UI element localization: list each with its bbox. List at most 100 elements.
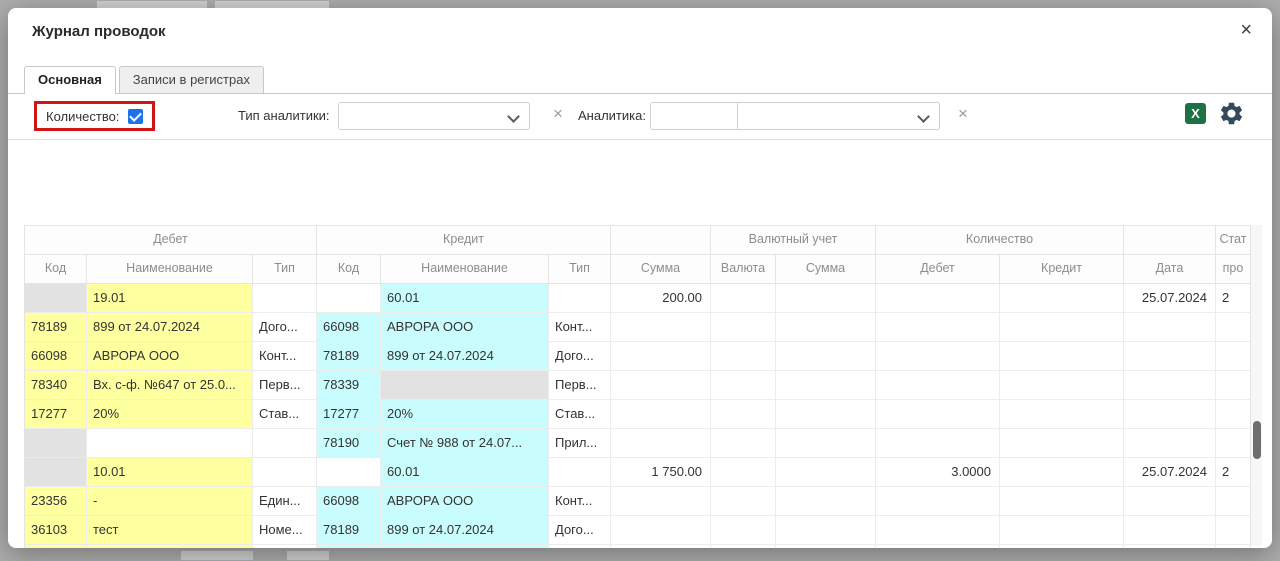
table-cell[interactable]: 23356 [25,487,87,516]
table-cell[interactable] [253,458,317,487]
table-cell[interactable] [876,429,1000,458]
table-cell[interactable] [711,400,776,429]
table-cell[interactable]: 66098 [317,313,381,342]
table-cell[interactable]: 66098 [25,342,87,371]
table-cell[interactable] [876,342,1000,371]
table-row[interactable]: 19.0160.01200.0025.07.20242 [25,284,1251,313]
table-cell[interactable] [253,284,317,313]
table-cell[interactable] [776,429,876,458]
analytics-type-select[interactable] [338,102,530,130]
table-cell[interactable]: 36103 [25,516,87,545]
table-cell[interactable] [549,458,611,487]
table-cell[interactable] [1124,400,1216,429]
table-cell[interactable]: Перв... [253,371,317,400]
table-cell[interactable] [711,313,776,342]
table-cell[interactable] [711,487,776,516]
table-cell[interactable] [611,487,711,516]
table-cell[interactable]: Перв... [549,371,611,400]
table-row[interactable]: 36103тестНоме...78189899 от 24.07.2024До… [25,516,1251,545]
table-cell[interactable]: 78339 [317,371,381,400]
table-cell[interactable] [317,284,381,313]
table-cell[interactable] [1124,371,1216,400]
table-cell[interactable] [876,371,1000,400]
table-cell[interactable] [1124,313,1216,342]
table-cell[interactable] [711,516,776,545]
table-cell[interactable] [876,284,1000,313]
table-cell[interactable] [611,400,711,429]
table-cell[interactable] [549,284,611,313]
table-cell[interactable]: Конт... [549,487,611,516]
table-cell[interactable] [1216,400,1251,429]
table-cell[interactable] [25,429,87,458]
table-cell[interactable]: АВРОРА ООО [381,313,549,342]
clear-analytics-type-icon[interactable]: × [553,105,563,122]
clear-analytics-icon[interactable]: × [958,105,968,122]
table-cell[interactable]: 78189 [317,516,381,545]
excel-export-button[interactable]: X [1185,103,1206,124]
table-cell[interactable] [25,284,87,313]
table-cell[interactable]: Парт... [253,545,317,548]
table-cell[interactable] [1124,342,1216,371]
table-cell[interactable] [776,487,876,516]
table-cell[interactable]: 20% [87,400,253,429]
table-cell[interactable]: АВРОРА ООО [381,487,549,516]
tab-main[interactable]: Основная [24,66,116,94]
table-cell[interactable]: Един... [253,487,317,516]
table-cell[interactable]: 1 750.00 [611,458,711,487]
table-cell[interactable] [776,284,876,313]
tab-register-records[interactable]: Записи в регистрах [119,66,264,93]
table-cell[interactable] [876,545,1000,548]
analytics-input[interactable] [650,102,738,130]
table-cell[interactable] [1000,458,1124,487]
table-cell[interactable] [1000,545,1124,548]
table-cell[interactable] [611,313,711,342]
table-row[interactable]: 78190Счет № 988 от 24.07...Прил... [25,429,1251,458]
table-cell[interactable] [611,342,711,371]
table-cell[interactable]: - [87,487,253,516]
table-cell[interactable] [1000,284,1124,313]
table-cell[interactable]: 10.01 [87,458,253,487]
table-cell[interactable]: Счет № 988 от 24.07... [381,429,549,458]
table-cell[interactable]: 78189 [25,313,87,342]
table-cell[interactable] [611,371,711,400]
table-cell[interactable] [711,342,776,371]
table-cell[interactable]: 78342 [25,545,87,548]
table-cell[interactable] [876,516,1000,545]
table-cell[interactable]: Конт... [549,313,611,342]
table-cell[interactable]: тест [87,516,253,545]
table-cell[interactable]: 2 [1216,284,1251,313]
table-cell[interactable]: Дого... [253,313,317,342]
table-cell[interactable]: 78189 [317,342,381,371]
table-cell[interactable] [776,342,876,371]
table-cell[interactable]: Перв... [549,545,611,548]
table-cell[interactable]: 899 от 24.07.2024 [381,342,549,371]
table-cell[interactable]: Прил... [549,429,611,458]
table-cell[interactable]: 2 [1216,458,1251,487]
table-row[interactable]: 10.0160.011 750.003.000025.07.20242 [25,458,1251,487]
table-row[interactable]: 1727720%Став...1727720%Став... [25,400,1251,429]
table-cell[interactable]: 60.01 [381,284,549,313]
table-cell[interactable] [1000,516,1124,545]
table-cell[interactable]: Дого... [549,342,611,371]
table-cell[interactable] [611,545,711,548]
table-cell[interactable]: 3.0000 [876,458,1000,487]
table-cell[interactable]: 19.01 [87,284,253,313]
table-cell[interactable] [1216,342,1251,371]
table-cell[interactable]: 899 от 24.07.2024 [381,516,549,545]
table-cell[interactable]: Став... [549,400,611,429]
table-cell[interactable] [1000,429,1124,458]
table-cell[interactable] [1000,487,1124,516]
close-icon[interactable]: × [1240,20,1252,40]
table-cell[interactable] [776,313,876,342]
table-cell[interactable] [1000,371,1124,400]
table-cell[interactable]: Номе... [253,516,317,545]
quantity-checkbox[interactable] [128,109,143,124]
scrollbar-thumb[interactable] [1253,421,1261,459]
table-cell[interactable] [1124,516,1216,545]
table-cell[interactable] [876,400,1000,429]
table-cell[interactable] [711,284,776,313]
table-cell[interactable]: 200.00 [611,284,711,313]
table-cell[interactable] [776,545,876,548]
table-row[interactable]: 23356-Един...66098АВРОРА ОООКонт... [25,487,1251,516]
table-row[interactable]: 78340Вх. с-ф. №647 от 25.0...Перв...7833… [25,371,1251,400]
